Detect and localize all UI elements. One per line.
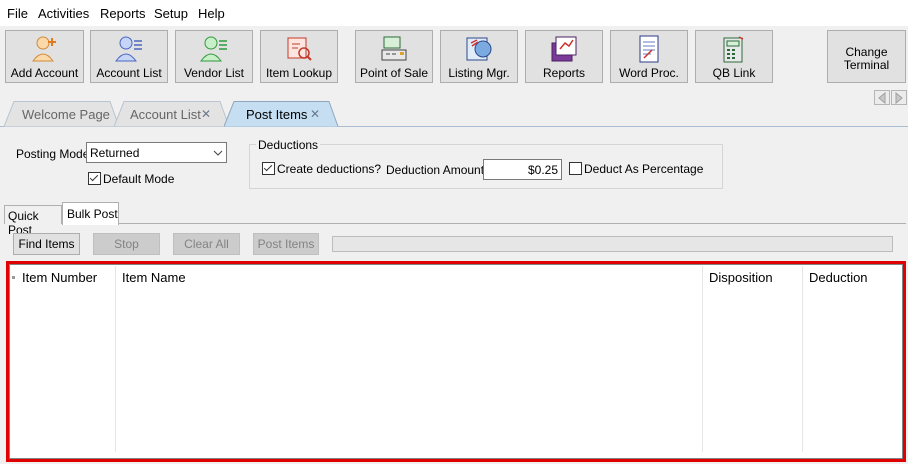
close-icon[interactable]: ✕ [201, 107, 211, 121]
qb-link-icon [723, 36, 744, 63]
find-items-button[interactable]: Find Items [13, 233, 80, 255]
qb-link-label: QB Link [712, 66, 756, 80]
listing-manager-icon [466, 37, 492, 61]
tab-scroll-arrows [874, 90, 907, 105]
menu-reports[interactable]: Reports [100, 6, 146, 21]
account-list-button[interactable]: Account List [90, 30, 168, 83]
vendor-list-icon [200, 36, 227, 62]
deduction-amount-input[interactable]: $0.25 [483, 159, 562, 180]
deduction-amount-value: $0.25 [527, 163, 558, 177]
reports-icon [551, 36, 577, 62]
items-grid[interactable] [9, 264, 903, 459]
stop-button[interactable]: Stop [93, 233, 160, 255]
vendor-list-button[interactable]: Vendor List [175, 30, 253, 83]
column-separator [702, 266, 703, 452]
default-mode-label: Default Mode [103, 172, 175, 186]
subtab-bulk-post-label: Bulk Post [67, 207, 118, 221]
deduct-as-percentage-label: Deduct As Percentage [584, 162, 704, 176]
column-separator [802, 266, 803, 452]
tab-post-items[interactable]: Post Items ✕ [224, 101, 339, 127]
reports-label: Reports [542, 66, 586, 80]
menu-setup[interactable]: Setup [154, 6, 188, 21]
point-of-sale-label: Point of Sale [359, 66, 429, 80]
menu-file[interactable]: File [7, 6, 28, 21]
posting-mode-label: Posting Mode [16, 147, 90, 161]
add-account-button[interactable]: Add Account [5, 30, 84, 83]
tab-account-list[interactable]: Account List ✕ [114, 101, 230, 127]
listing-manager-button[interactable]: Listing Mgr. [440, 30, 518, 83]
tab-account-list-label: Account List [130, 107, 201, 122]
listing-manager-label: Listing Mgr. [448, 66, 510, 80]
tab-welcome-page-label: Welcome Page [22, 107, 110, 122]
close-icon[interactable]: ✕ [310, 107, 320, 121]
posting-mode-value: Returned [90, 146, 140, 160]
column-header-item-number[interactable]: Item Number [22, 270, 97, 285]
word-processor-button[interactable]: Word Proc. [610, 30, 688, 83]
column-header-deduction[interactable]: Deduction [809, 270, 868, 285]
add-account-label: Add Account [10, 66, 79, 80]
default-mode-checkbox[interactable] [88, 172, 101, 185]
word-processor-icon [639, 35, 659, 63]
change-terminal-button[interactable]: Change Terminal [827, 30, 906, 83]
deductions-group-label: Deductions [256, 138, 321, 152]
vendor-list-label: Vendor List [183, 66, 245, 80]
subtab-bulk-post[interactable]: Bulk Post [62, 202, 119, 225]
row-indicator-icon [12, 276, 15, 279]
tab-post-items-label: Post Items [246, 107, 308, 122]
chevron-down-icon [213, 150, 223, 156]
subtab-baseline [4, 223, 906, 224]
create-deductions-label: Create deductions? [277, 162, 382, 176]
progress-bar [332, 236, 893, 252]
menu-bar: File Activities Reports Setup Help [0, 0, 908, 26]
point-of-sale-icon [381, 36, 407, 61]
deduct-as-percentage-checkbox[interactable] [569, 162, 582, 175]
tab-welcome-page[interactable]: Welcome Page [4, 101, 120, 127]
item-lookup-button[interactable]: Item Lookup [260, 30, 338, 83]
account-list-label: Account List [96, 66, 162, 80]
menu-activities[interactable]: Activities [38, 6, 89, 21]
menu-help[interactable]: Help [198, 6, 225, 21]
post-items-button[interactable]: Post Items [253, 233, 319, 255]
reports-button[interactable]: Reports [525, 30, 603, 83]
column-header-disposition[interactable]: Disposition [709, 270, 773, 285]
clear-all-button[interactable]: Clear All [173, 233, 240, 255]
item-lookup-icon [287, 37, 312, 61]
add-account-icon [31, 36, 56, 62]
subtab-quick-post[interactable]: Quick Post [4, 205, 62, 237]
change-terminal-line1: Change [845, 45, 888, 59]
qb-link-button[interactable]: QB Link [695, 30, 773, 83]
point-of-sale-button[interactable]: Point of Sale [355, 30, 433, 83]
account-list-icon [115, 36, 142, 62]
column-separator [115, 266, 116, 452]
item-lookup-label: Item Lookup [265, 66, 333, 80]
word-processor-label: Word Proc. [619, 66, 679, 80]
create-deductions-checkbox[interactable] [262, 162, 275, 175]
change-terminal-line2: Terminal [843, 58, 890, 72]
column-header-item-name[interactable]: Item Name [122, 270, 186, 285]
deduction-amount-label: Deduction Amount [386, 163, 485, 177]
posting-mode-select[interactable]: Returned [86, 142, 227, 163]
